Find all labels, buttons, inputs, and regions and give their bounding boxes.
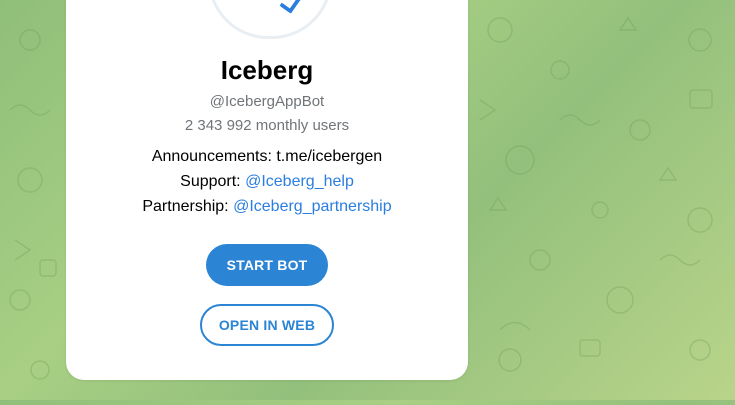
open-in-web-button[interactable]: OPEN IN WEB (200, 304, 334, 346)
support-line: Support: @Iceberg_help (66, 173, 468, 191)
bot-profile-card: Iceberg @IcebergAppBot 2 343 992 monthly… (66, 0, 468, 380)
bot-name: Iceberg (220, 55, 314, 85)
partnership-label: Partnership: (142, 198, 229, 215)
partnership-link[interactable]: @Iceberg_partnership (233, 198, 392, 215)
checkmark-icon (279, 0, 305, 14)
monthly-users-count: 2 343 992 monthly users (184, 117, 350, 134)
bot-username: @IcebergAppBot (209, 93, 325, 110)
announcements-label: Announcements: (151, 148, 272, 165)
announcements-line: Announcements: t.me/icebergen (66, 148, 468, 166)
partnership-line: Partnership: @Iceberg_partnership (66, 198, 468, 216)
support-label: Support: (180, 173, 241, 190)
bot-avatar (208, 0, 332, 39)
start-bot-button[interactable]: START BOT (206, 244, 328, 286)
announcements-value: t.me/icebergen (276, 148, 383, 165)
support-link[interactable]: @Iceberg_help (245, 173, 354, 190)
